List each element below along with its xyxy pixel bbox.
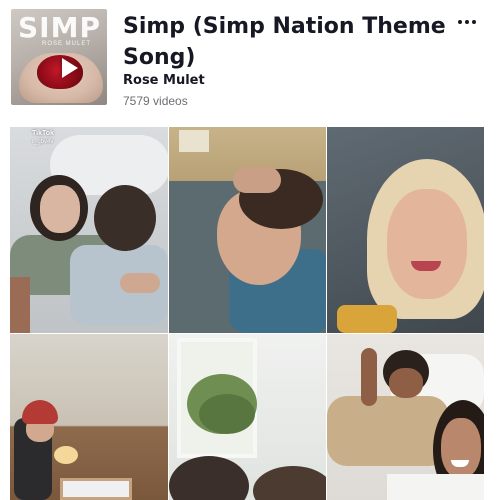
- arm-shape: [361, 348, 377, 406]
- video-grid: TikTok r_gbv4v: [10, 127, 484, 500]
- sound-cover[interactable]: SIMP ROSE MULET: [11, 9, 107, 105]
- blanket-shape: [10, 277, 30, 333]
- sound-title: Simp (Simp Nation Theme Song): [123, 14, 446, 70]
- shirt-shape: [387, 474, 484, 500]
- arm-shape: [120, 273, 160, 293]
- window-shape: [179, 130, 209, 152]
- sound-header: SIMP ROSE MULET Simp (Simp Nation Theme …: [0, 0, 500, 120]
- hair-shape: [169, 456, 249, 500]
- face-shape: [389, 368, 423, 398]
- video-thumbnail[interactable]: [10, 334, 168, 500]
- shirt-shape: [337, 305, 397, 333]
- tree-shape: [199, 394, 255, 434]
- video-count: 7579 videos: [123, 94, 188, 108]
- hair-shape: [94, 185, 156, 251]
- play-icon[interactable]: [62, 58, 78, 78]
- beanie-shape: [22, 400, 58, 424]
- more-options-icon[interactable]: [455, 12, 479, 32]
- face-shape: [40, 185, 80, 233]
- video-thumbnail[interactable]: [327, 127, 484, 333]
- video-thumbnail[interactable]: [327, 334, 484, 500]
- face-shape: [441, 418, 481, 478]
- more-dot: [472, 20, 476, 24]
- watermark-username: r_gbv4v: [32, 139, 54, 145]
- more-dot: [458, 20, 462, 24]
- body-shape: [327, 396, 449, 466]
- window-shape: [60, 478, 132, 500]
- hand-shape: [233, 167, 281, 193]
- video-thumbnail[interactable]: TikTok r_gbv4v: [10, 127, 168, 333]
- hair-shape: [253, 466, 326, 500]
- ceiling-lamp-shape: [54, 446, 78, 464]
- cover-subtitle-text: ROSE MULET: [42, 41, 92, 47]
- face-shape: [387, 189, 467, 299]
- more-dot: [465, 20, 469, 24]
- video-thumbnail[interactable]: [169, 127, 326, 333]
- artist-name[interactable]: Rose Mulet: [123, 73, 205, 88]
- tiktok-watermark: TikTok: [32, 130, 54, 137]
- cover-title-text: SIMP: [18, 11, 101, 44]
- video-thumbnail[interactable]: [169, 334, 326, 500]
